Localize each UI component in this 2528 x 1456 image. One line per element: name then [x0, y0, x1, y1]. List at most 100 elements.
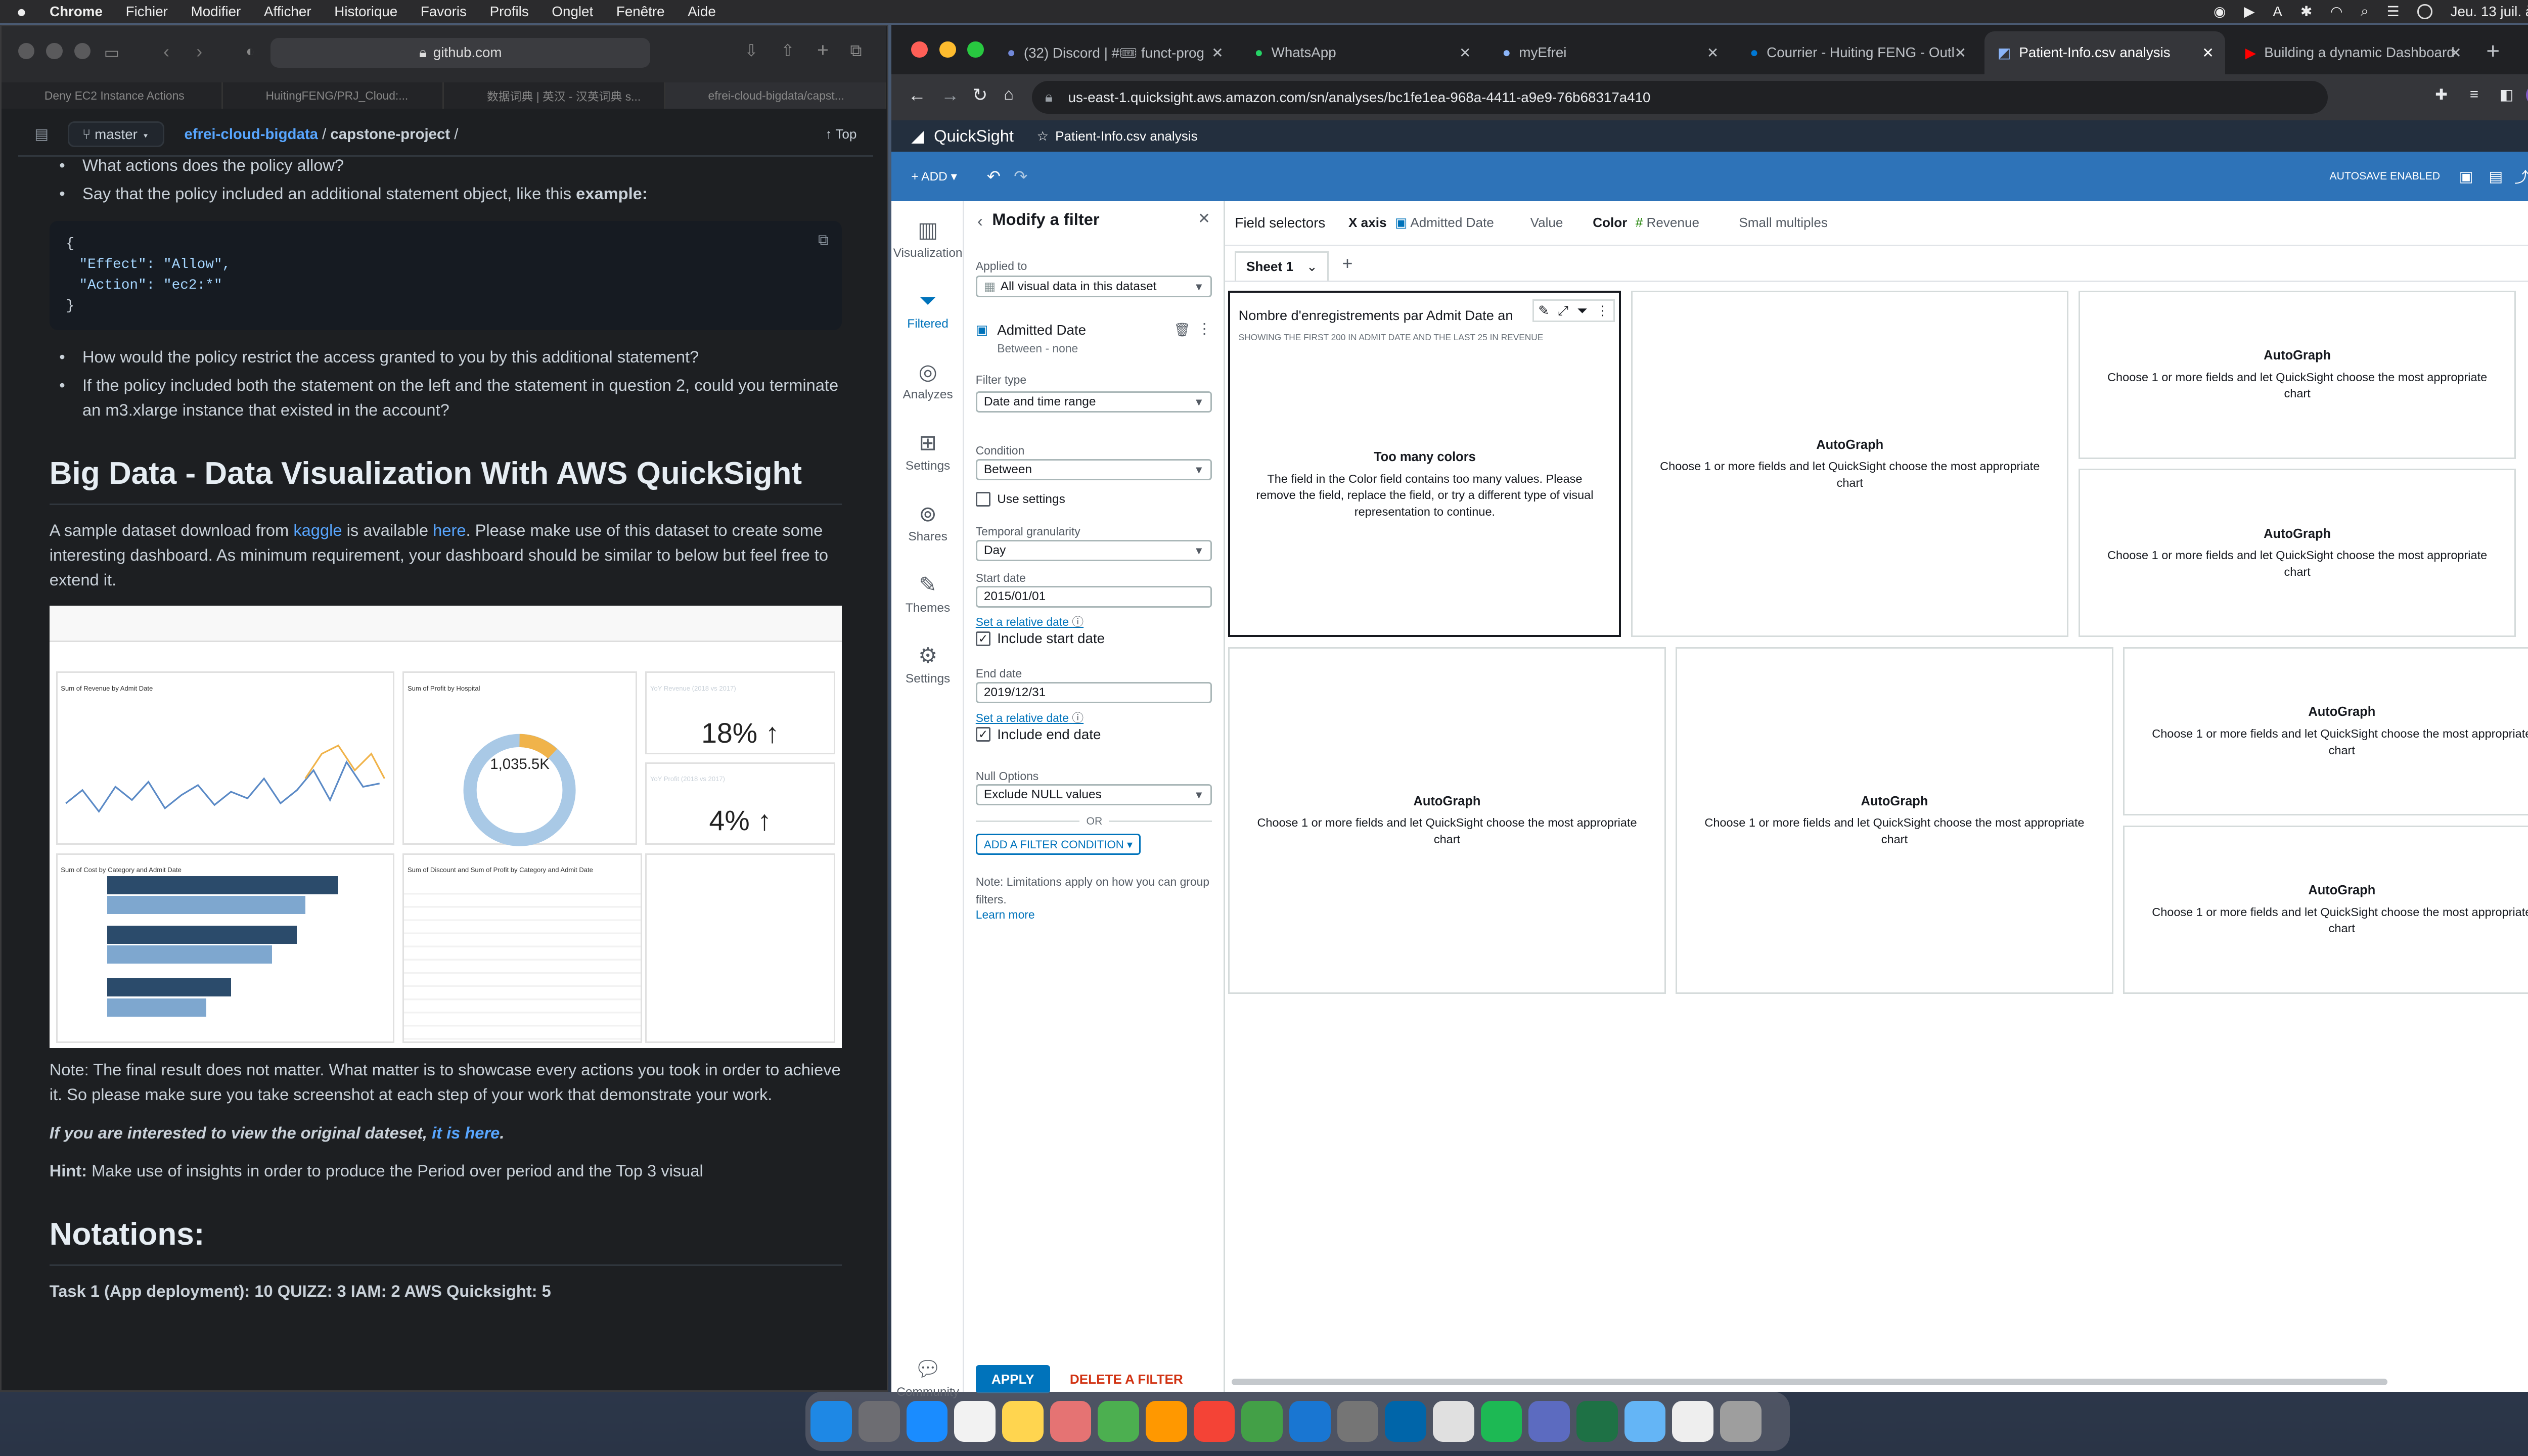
search-icon[interactable]: ⌕: [2361, 3, 2369, 20]
use-settings-checkbox[interactable]: Use settings: [975, 492, 1065, 507]
publish-icon[interactable]: ▤: [2489, 168, 2503, 186]
chevron-down-icon[interactable]: ⌄: [1306, 259, 1318, 275]
trash-icon[interactable]: 🗑︎: [1174, 322, 1191, 338]
applied-to-select[interactable]: ▦ All visual data in this dataset: [975, 276, 1212, 297]
forward-icon[interactable]: ›: [196, 41, 202, 62]
sheet-tab[interactable]: Sheet 1 ⌄: [1235, 251, 1329, 281]
chrome-icon[interactable]: [1432, 1400, 1474, 1442]
profile-avatar[interactable]: H: [2525, 84, 2528, 106]
rail-themes[interactable]: ✎ Themes: [891, 573, 964, 615]
rail-settings[interactable]: ⊞ Settings: [891, 431, 964, 473]
redo-icon[interactable]: ↷: [1014, 167, 1027, 186]
tab-overview-icon[interactable]: ⧉: [850, 41, 862, 61]
download-icon[interactable]: ⇩: [744, 41, 758, 60]
menu-favoris[interactable]: Favoris: [421, 4, 467, 20]
checkbox-checked[interactable]: ✓: [975, 727, 991, 742]
home-icon[interactable]: ⌂: [1004, 84, 1014, 104]
info-icon[interactable]: ⓘ: [1072, 615, 1084, 628]
back-icon[interactable]: ←: [908, 84, 926, 106]
set-relative-end-link[interactable]: Set a relative date ⓘ: [976, 708, 1084, 725]
autograph-visual[interactable]: AutoGraph Choose 1 or more fields and let…: [2078, 469, 2516, 638]
reading-list-icon[interactable]: ≡: [2470, 86, 2478, 103]
small-multiples-well[interactable]: Small multiples: [1739, 215, 1828, 231]
safari-icon[interactable]: [906, 1400, 948, 1442]
chrome-tab[interactable]: ● WhatsApp ✕: [1241, 31, 1482, 74]
play-icon[interactable]: ▶: [2244, 3, 2254, 20]
trash-icon[interactable]: [1720, 1400, 1762, 1442]
menu-profils[interactable]: Profils: [490, 4, 529, 20]
close-tab-icon[interactable]: ✕: [1955, 44, 1966, 61]
safari-address-bar[interactable]: 🔒︎ github.com: [270, 37, 651, 68]
include-end-checkbox[interactable]: ✓ Include end date: [975, 726, 1101, 743]
zoom-icon[interactable]: [74, 42, 91, 60]
filter-field-name[interactable]: Admitted Date: [997, 322, 1086, 338]
safari-tab-active[interactable]: efrei-cloud-bigdata/capst...: [665, 82, 887, 109]
here-link[interactable]: here: [433, 521, 466, 539]
rail-shares[interactable]: ⊚ Shares: [891, 502, 964, 544]
close-tab-icon[interactable]: ✕: [1459, 44, 1471, 61]
menu-aide[interactable]: Aide: [688, 4, 716, 20]
filter-type-select[interactable]: Date and time range: [975, 391, 1212, 413]
chrome-tab[interactable]: ▶ Building a dynamic Dashboard ✕: [2232, 31, 2473, 74]
close-icon[interactable]: [18, 42, 35, 60]
launchpad-icon[interactable]: [858, 1400, 900, 1442]
vscode-icon[interactable]: [1385, 1400, 1426, 1442]
filter-icon[interactable]: ⏷: [1577, 303, 1588, 319]
autograph-visual[interactable]: AutoGraph Choose 1 or more fields and let…: [1228, 647, 1666, 994]
menu-afficher[interactable]: Afficher: [264, 4, 311, 20]
menu-fenetre[interactable]: Fenêtre: [616, 4, 665, 20]
autosave-status[interactable]: AUTOSAVE ENABLED: [2330, 170, 2441, 183]
new-tab-icon[interactable]: +: [817, 39, 829, 62]
chevron-left-icon[interactable]: ‹: [977, 211, 983, 231]
excel-icon[interactable]: [1576, 1400, 1618, 1442]
chrome-tab-active[interactable]: ◩ Patient-Info.csv analysis ✕: [1984, 31, 2226, 74]
calendar-icon[interactable]: [954, 1400, 996, 1442]
add-condition-button[interactable]: ADD A FILTER CONDITION ▾: [975, 833, 1141, 855]
breadcrumb-project[interactable]: capstone-project: [330, 126, 450, 143]
undo-icon[interactable]: ↶: [987, 167, 1001, 186]
back-icon[interactable]: ‹: [163, 41, 169, 62]
edit-icon[interactable]: ✎: [1538, 303, 1549, 318]
copy-icon[interactable]: ⧉: [818, 231, 829, 252]
finder-icon[interactable]: [810, 1400, 852, 1442]
shield-icon[interactable]: ◐: [246, 43, 255, 60]
autograph-visual[interactable]: AutoGraph Choose 1 or more fields and let…: [2078, 290, 2516, 459]
extensions-icon[interactable]: ✚: [2435, 86, 2448, 104]
add-button[interactable]: + ADD ▾: [911, 169, 957, 184]
delete-filter-button[interactable]: DELETE A FILTER: [1070, 1372, 1183, 1387]
forward-icon[interactable]: →: [941, 84, 959, 106]
app-store-icon[interactable]: [1289, 1400, 1331, 1442]
info-icon[interactable]: ⓘ: [1072, 711, 1084, 724]
more-icon[interactable]: ⋮: [1596, 303, 1609, 318]
autograph-visual[interactable]: AutoGraph Choose 1 or more fields and let…: [1676, 647, 2113, 994]
reload-icon[interactable]: ↻: [972, 84, 987, 106]
start-date-input[interactable]: 2015/01/01: [975, 586, 1212, 608]
chrome-tab[interactable]: ● Courrier - Huiting FENG - Outl ✕: [1737, 31, 1978, 74]
rail-visualization[interactable]: ▥ Visualization: [891, 218, 964, 260]
breadcrumb-repo[interactable]: efrei-cloud-bigdata: [185, 126, 318, 143]
new-tab-icon[interactable]: +: [2486, 38, 2500, 64]
autograph-visual[interactable]: AutoGraph Choose 1 or more fields and let…: [2123, 825, 2528, 994]
close-icon[interactable]: ✕: [1198, 210, 1210, 228]
messages-icon[interactable]: [1098, 1400, 1139, 1442]
music-icon[interactable]: [1193, 1400, 1235, 1442]
close-icon[interactable]: [911, 41, 928, 58]
more-icon[interactable]: ⋮: [1197, 320, 1211, 338]
set-relative-start-link[interactable]: Set a relative date ⓘ: [976, 612, 1084, 629]
photos-icon[interactable]: [1050, 1400, 1092, 1442]
close-tab-icon[interactable]: ✕: [1707, 44, 1719, 61]
end-date-input[interactable]: 2019/12/31: [975, 681, 1212, 703]
star-icon[interactable]: ☆: [1037, 128, 1049, 144]
x-axis-well[interactable]: ▣ Admitted Date: [1395, 215, 1494, 231]
autograph-visual[interactable]: AutoGraph Choose 1 or more fields and let…: [1631, 290, 2069, 638]
rail-filtered[interactable]: ⏷ Filtered: [891, 289, 964, 331]
sidepanel-icon[interactable]: ◧: [2500, 86, 2514, 104]
wechat-icon[interactable]: [1241, 1400, 1283, 1442]
menu-fichier[interactable]: Fichier: [126, 4, 168, 20]
minimize-icon[interactable]: [939, 41, 956, 58]
condition-select[interactable]: Between: [975, 459, 1212, 481]
file-tree-icon[interactable]: ▤: [34, 125, 49, 143]
analysis-name[interactable]: Patient-Info.csv analysis: [1055, 128, 1198, 144]
chrome-tab[interactable]: ● myEfrei ✕: [1489, 31, 1730, 74]
autograph-visual[interactable]: AutoGraph Choose 1 or more fields and let…: [2123, 647, 2528, 816]
